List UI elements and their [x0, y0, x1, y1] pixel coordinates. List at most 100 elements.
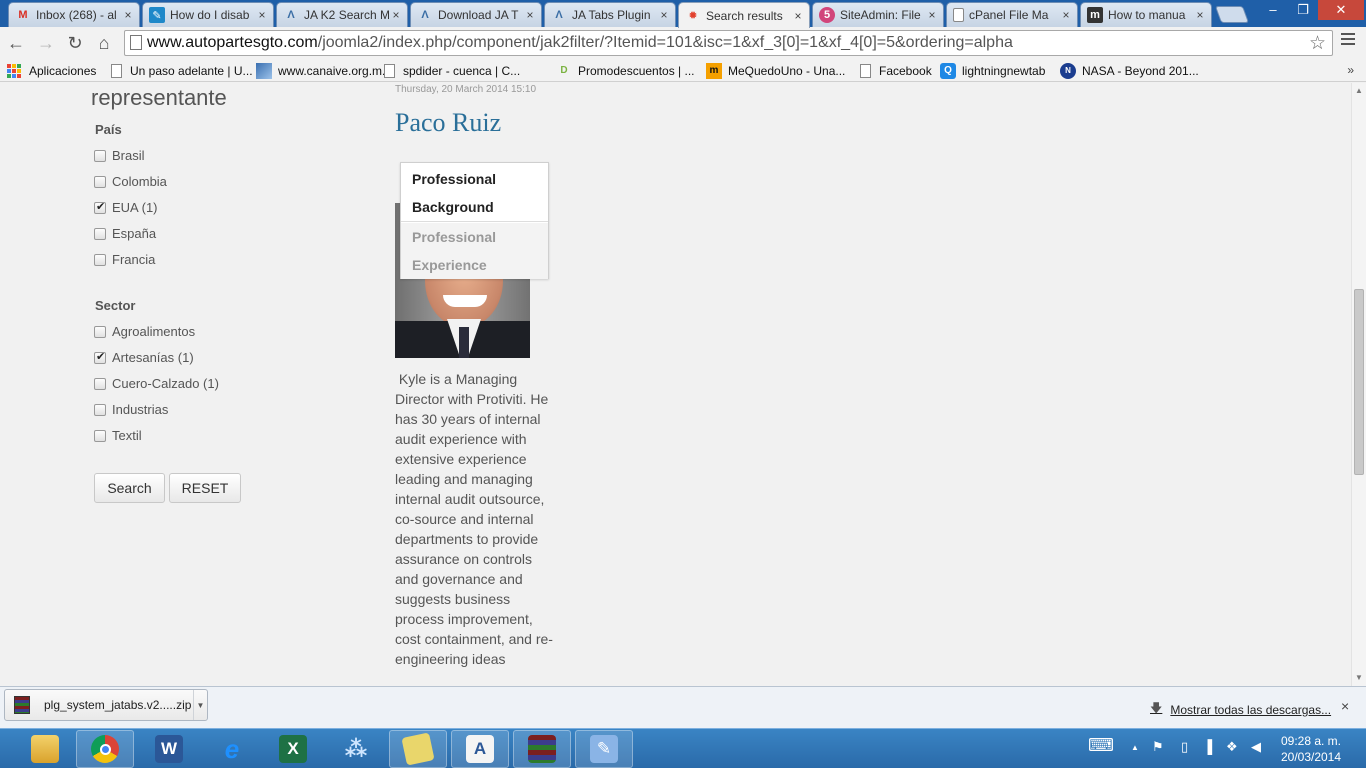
option-label: Artesanías (1)	[112, 350, 194, 365]
dropbox-icon[interactable]: ❖	[1226, 739, 1238, 755]
filter-option-espana[interactable]: España	[94, 226, 156, 241]
taskbar-excel[interactable]: X	[264, 730, 322, 768]
close-tab-icon[interactable]: ×	[121, 8, 135, 22]
tab-professional-background[interactable]: Professional Background	[401, 165, 548, 221]
checkbox[interactable]	[94, 325, 106, 338]
tab-cpanel-file-manager[interactable]: cPanel File Ma ×	[946, 2, 1078, 27]
filter-option-textil[interactable]: Textil	[94, 428, 142, 443]
system-clock[interactable]: 09:28 a. m. 20/03/2014	[1276, 733, 1346, 765]
scroll-up-icon[interactable]: ▲	[1355, 86, 1363, 95]
signal-icon[interactable]: ▐	[1203, 739, 1212, 754]
close-tab-icon[interactable]: ×	[925, 8, 939, 22]
checkbox-checked[interactable]	[94, 350, 106, 364]
close-window-button[interactable]: ✕	[1318, 0, 1364, 20]
action-center-flag-icon[interactable]: ⚑	[1152, 739, 1164, 755]
show-hidden-icons-icon[interactable]: ▲	[1131, 743, 1139, 752]
chrome-menu-icon[interactable]	[1341, 33, 1355, 48]
back-button[interactable]: ←	[4, 31, 28, 55]
filter-option-francia[interactable]: Francia	[94, 252, 155, 267]
filter-option-artesanias[interactable]: Artesanías (1)	[94, 350, 194, 365]
tab-how-do-i-disable[interactable]: ✎ How do I disab ×	[142, 2, 274, 27]
taskbar-word[interactable]: W	[140, 730, 198, 768]
tab-siteadmin[interactable]: 5 SiteAdmin: File ×	[812, 2, 944, 27]
filter-option-brasil[interactable]: Brasil	[94, 148, 145, 163]
close-tab-icon[interactable]: ×	[523, 8, 537, 22]
taskbar-notepad[interactable]: ✎	[575, 730, 633, 768]
checkbox[interactable]	[94, 429, 106, 442]
new-tab-button[interactable]	[1214, 6, 1250, 23]
taskbar-wordpad[interactable]: A	[451, 730, 509, 768]
checkbox[interactable]	[94, 175, 106, 188]
bookmark-star-icon[interactable]: ☆	[1309, 32, 1326, 55]
checkbox[interactable]	[94, 227, 106, 240]
scroll-down-icon[interactable]: ▼	[1355, 673, 1363, 682]
bookmark-promodescuentos[interactable]: D Promodescuentos | ...	[556, 62, 694, 79]
checkbox-checked[interactable]	[94, 200, 106, 214]
tab-download-ja[interactable]: Λ Download JA T ×	[410, 2, 542, 27]
bookmark-canaive[interactable]: www.canaive.org.m...	[256, 62, 392, 79]
filter-option-eua[interactable]: EUA (1)	[94, 200, 158, 215]
profile-tabs: Professional Background Professional Exp…	[400, 162, 549, 279]
tab-search-results[interactable]: ✹ Search results ×	[678, 2, 810, 28]
bookmark-label: Facebook	[879, 63, 932, 78]
apps-icon	[7, 63, 21, 78]
bookmark-aplicaciones[interactable]: Aplicaciones	[7, 62, 96, 79]
bookmark-mequedouno[interactable]: m MeQuedoUno - Una...	[706, 62, 845, 79]
close-tab-icon[interactable]: ×	[1193, 8, 1207, 22]
close-tab-icon[interactable]: ×	[255, 8, 269, 22]
reload-button[interactable]: ↻	[63, 31, 87, 55]
ja-icon: Λ	[287, 9, 295, 21]
close-tab-icon[interactable]: ×	[657, 8, 671, 22]
bookmark-facebook[interactable]: Facebook	[860, 62, 932, 79]
battery-icon[interactable]: ▯	[1181, 739, 1188, 755]
more-bookmarks-icon[interactable]: »	[1347, 63, 1354, 77]
minimize-button[interactable]: –	[1260, 0, 1286, 20]
scrollbar-thumb[interactable]	[1354, 289, 1364, 475]
excel-icon: X	[279, 735, 307, 763]
restore-button[interactable]: ❐	[1290, 0, 1316, 20]
home-button[interactable]: ⌂	[92, 31, 116, 55]
chevron-down-icon[interactable]: ▼	[193, 690, 207, 720]
checkbox[interactable]	[94, 377, 106, 390]
taskbar-sticky-notes[interactable]	[389, 730, 447, 768]
close-tab-icon[interactable]: ×	[389, 8, 403, 22]
close-icon[interactable]: ×	[1341, 698, 1349, 714]
tab-professional-experience[interactable]: Professional Experience	[401, 223, 548, 279]
volume-icon[interactable]: ◀	[1251, 739, 1261, 755]
tab-how-to-manually[interactable]: m How to manua ×	[1080, 2, 1212, 27]
tab-ja-tabs-plugin[interactable]: Λ JA Tabs Plugin ×	[544, 2, 676, 27]
checkbox[interactable]	[94, 253, 106, 266]
bookmark-spdider[interactable]: spdider - cuenca | C...	[384, 62, 520, 79]
article-bio: Kyle is a Managing Director with Protivi…	[395, 371, 553, 667]
tab-ja-k2-search[interactable]: Λ JA K2 Search M ×	[276, 2, 408, 27]
taskbar-internet-explorer[interactable]: e	[203, 730, 261, 768]
option-label: Francia	[112, 252, 156, 267]
article-title[interactable]: Paco Ruiz	[395, 108, 501, 138]
bookmark-un-paso-adelante[interactable]: Un paso adelante | U...	[111, 62, 253, 79]
reset-button[interactable]: RESET	[169, 473, 241, 503]
show-all-downloads-link[interactable]: 🡇 Mostrar todas las descargas...	[1150, 699, 1331, 720]
filter-option-agroalimentos[interactable]: Agroalimentos	[94, 324, 195, 339]
taskbar-chrome[interactable]	[76, 730, 134, 768]
filter-option-colombia[interactable]: Colombia	[94, 174, 167, 189]
close-tab-icon[interactable]: ×	[791, 9, 805, 23]
bookmark-lightningnewtab[interactable]: Q lightningnewtab	[940, 62, 1045, 79]
taskbar-network[interactable]: ⁂	[327, 730, 385, 768]
filter-option-cuero-calzado[interactable]: Cuero-Calzado (1)	[94, 376, 219, 391]
forward-button[interactable]: →	[34, 31, 58, 55]
tab-gmail-inbox[interactable]: M Inbox (268) - al ×	[8, 2, 140, 27]
taskbar-file-explorer[interactable]	[16, 730, 74, 768]
page-scrollbar[interactable]: ▲ ▼	[1351, 83, 1366, 686]
address-bar[interactable]: www.autopartesgto.com/joomla2/index.php/…	[124, 30, 1333, 56]
option-label: Cuero-Calzado (1)	[112, 376, 219, 391]
filter-option-industrias[interactable]: Industrias	[94, 402, 168, 417]
checkbox[interactable]	[94, 149, 106, 162]
download-item[interactable]: plg_system_jatabs.v2.....zip ▼	[4, 689, 208, 721]
close-tab-icon[interactable]: ×	[1059, 8, 1073, 22]
taskbar-winrar[interactable]	[513, 730, 571, 768]
bookmark-nasa[interactable]: N NASA - Beyond 201...	[1060, 62, 1199, 79]
article-date: Thursday, 20 March 2014 15:10	[395, 84, 537, 95]
keyboard-icon[interactable]: ⌨	[1088, 735, 1114, 756]
search-button[interactable]: Search	[94, 473, 165, 503]
checkbox[interactable]	[94, 403, 106, 416]
